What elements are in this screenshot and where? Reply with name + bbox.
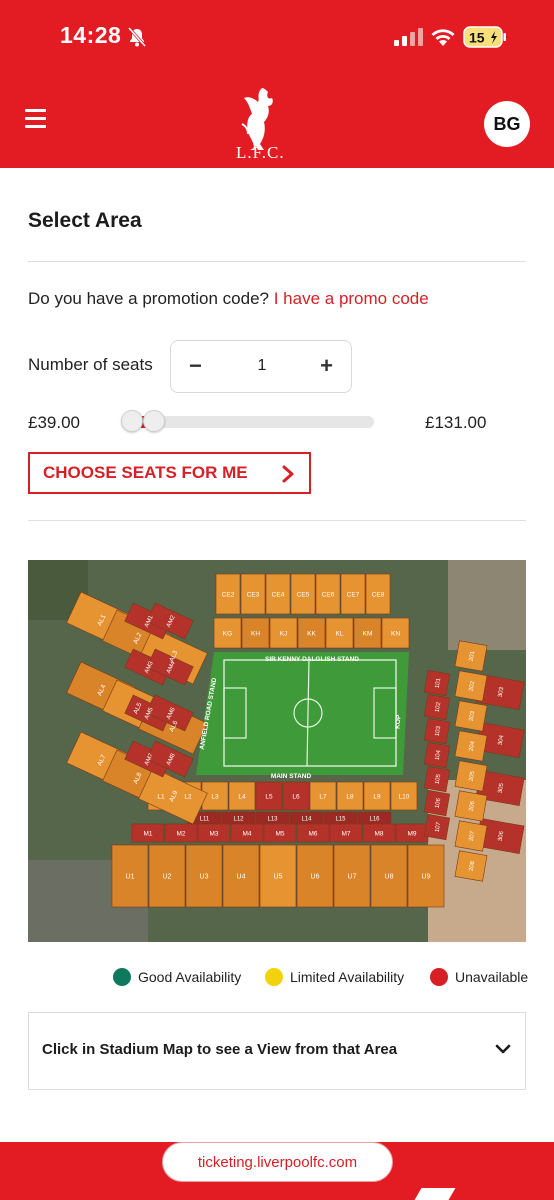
seats-label: Number of seats [28,355,153,374]
section-label: L16 [369,817,380,823]
section-label: L4 [238,794,246,801]
section-label: L12 [233,817,244,823]
seats-stepper: − 1 + [170,340,352,393]
section-label: M6 [308,831,317,838]
promo-question: Do you have a promotion code? [28,289,269,308]
page-title: Select Area [28,209,142,232]
section-label: CE7 [347,592,360,599]
section-label: CE4 [272,592,285,599]
legend-unavailable: Unavailable [430,968,528,986]
section-label: M5 [275,831,284,838]
stand-label: SIR KENNY DALGLISH STAND [265,656,359,663]
legend-good-label: Good Availability [138,969,242,985]
pitch [196,652,409,775]
battery-level: 15 [469,30,485,46]
section-label: U4 [237,874,246,881]
price-min-label: £39.00 [28,413,80,432]
section-label: CE2 [222,592,235,599]
section-label: M2 [176,831,185,838]
section-label: KK [307,631,316,638]
section-label: L14 [301,817,312,823]
section-label: M1 [143,831,152,838]
legend-limited: Limited Availability [265,968,404,986]
unavailable-dot-icon [430,968,448,986]
menu-icon[interactable] [25,109,47,131]
wifi-icon [431,29,455,46]
chevron-down-icon [495,1044,511,1054]
stand-label: KOP [394,714,402,729]
stand-label: MAIN STAND [271,773,312,780]
promo-row: Do you have a promotion code? I have a p… [28,289,429,309]
legend-unavailable-label: Unavailable [455,969,529,985]
section-label: L5 [265,794,273,801]
section-label: L2 [184,794,192,801]
section-label: CE8 [372,592,385,599]
chevron-right-icon [282,465,294,483]
avatar[interactable]: BG [484,101,530,147]
decrement-button[interactable]: − [189,353,202,379]
good-dot-icon [113,968,131,986]
section-label: L7 [319,794,327,801]
section-label: L3 [211,794,219,801]
status-time: 14:28 [60,22,122,48]
choose-seats-button[interactable]: CHOOSE SEATS FOR ME [28,452,311,494]
cellular-signal-icon [394,28,423,46]
section-label: M4 [242,831,251,838]
stadium-map-svg[interactable]: CE2 CE3 CE4 CE5 CE6 CE7 CE8 KG KH KJ KK KL KM KN L1 L2 L… [28,560,526,942]
section-label: L13 [267,817,278,823]
seats-value[interactable]: 1 [243,357,281,375]
section-label: L6 [292,794,300,801]
section-label: KJ [280,631,288,638]
section-label: KM [363,631,373,638]
section-label: L1 [157,794,165,801]
home-indicator [414,1188,456,1200]
choose-seats-label: CHOOSE SEATS FOR ME [43,463,248,482]
section-label: CE5 [297,592,310,599]
url-bar[interactable]: ticketing.liverpoolfc.com [162,1142,393,1182]
legend-limited-label: Limited Availability [290,969,405,985]
section-label: CE6 [322,592,335,599]
stadium-map[interactable]: CE2 CE3 CE4 CE5 CE6 CE7 CE8 KG KH KJ KK KL KM KN L1 L2 L… [28,560,526,942]
section-label: U7 [348,874,357,881]
section-label: U8 [385,874,394,881]
limited-dot-icon [265,968,283,986]
section-label: KG [223,631,232,638]
promo-code-link[interactable]: I have a promo code [274,289,429,308]
accordion-label: Click in Stadium Map to see a View from … [42,1041,398,1058]
battery-icon: 15 [463,26,506,48]
section-label: M9 [407,831,416,838]
section-label: L9 [373,794,381,801]
bell-muted-icon [127,27,147,47]
price-slider-max-handle[interactable] [143,410,165,432]
logo-text: L.F.C. [236,143,285,162]
section-label: U5 [274,874,283,881]
section-label: M8 [374,831,383,838]
divider [28,261,526,262]
section-label: U9 [422,874,431,881]
section-label: U6 [311,874,320,881]
section-label: L8 [346,794,354,801]
section-label: CE3 [247,592,260,599]
section-label: U3 [200,874,209,881]
legend-good: Good Availability [113,968,241,986]
view-from-area-accordion[interactable]: Click in Stadium Map to see a View from … [28,1012,526,1090]
section-label: KL [336,631,344,638]
section-label: L10 [399,794,410,801]
divider [28,520,526,521]
section-label: KN [391,631,400,638]
section-label: L15 [335,817,346,823]
price-max-label: £131.00 [425,413,487,432]
section-label: L11 [200,817,210,823]
section-label: KH [251,631,260,638]
price-slider-min-handle[interactable] [121,410,143,432]
status-bar: 14:28 15 [0,0,554,72]
section-label: M3 [209,831,218,838]
section-label: U2 [163,874,172,881]
section-label: M7 [341,831,350,838]
increment-button[interactable]: + [320,353,333,379]
section-label: U1 [126,874,135,881]
